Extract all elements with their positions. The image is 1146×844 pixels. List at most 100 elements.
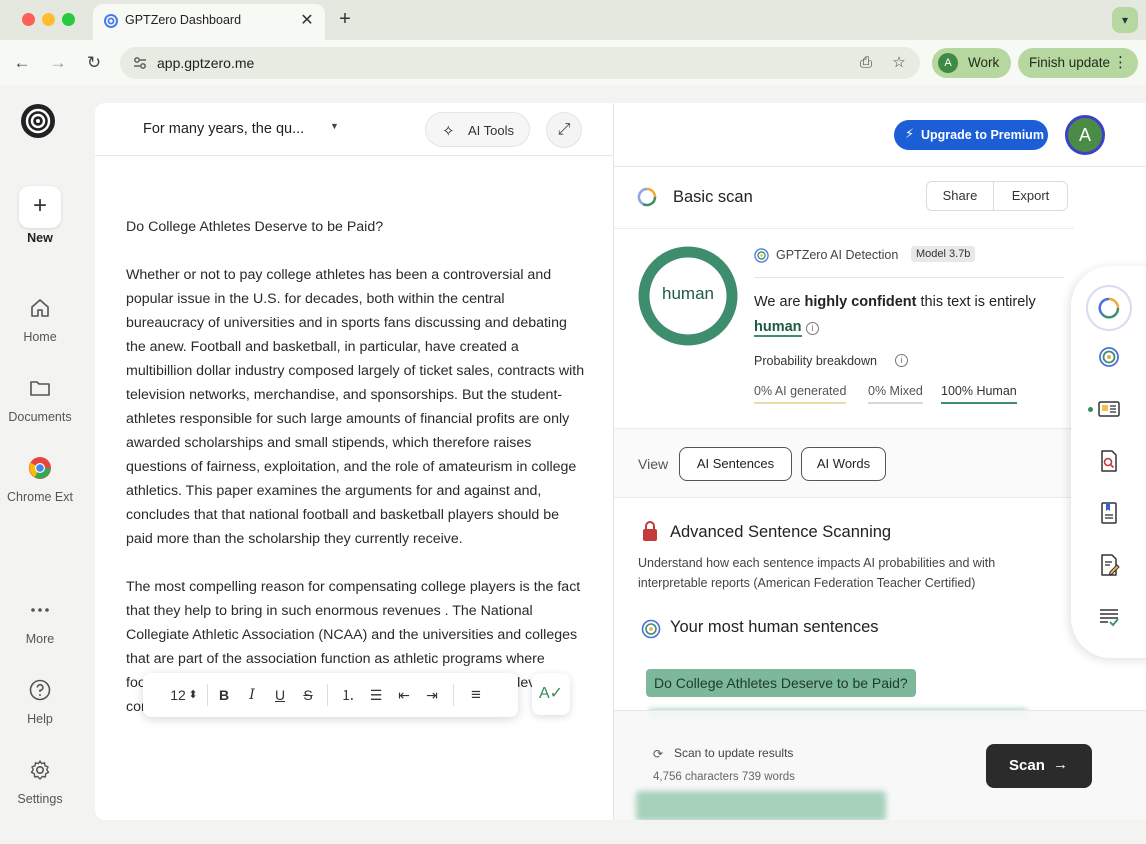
sparkle-icon: ✧ (442, 123, 455, 140)
folder-icon[interactable] (28, 376, 52, 400)
view-selector: View AI Sentences AI Words (614, 428, 1119, 498)
minimize-window-button[interactable] (42, 13, 55, 26)
user-avatar[interactable]: A (1065, 115, 1105, 155)
chevron-down-icon[interactable]: ▼ (330, 121, 339, 131)
export-button[interactable]: Export (994, 181, 1068, 211)
ai-tools-button[interactable]: ✧ AI Tools (425, 112, 530, 147)
home-icon[interactable] (28, 296, 52, 320)
ordered-list-icon[interactable]: ⒈ (338, 685, 358, 705)
address-bar[interactable]: app.gptzero.me ⎙ ☆ (120, 47, 920, 79)
ai-sentences-button[interactable]: AI Sentences (679, 447, 792, 481)
sidebar-item-documents[interactable]: Documents (0, 410, 80, 424)
install-app-icon[interactable]: ⎙ (856, 53, 876, 73)
outdent-icon[interactable]: ⇤ (394, 685, 414, 705)
lightning-icon: ⚡ (905, 126, 915, 141)
toolbar-divider (207, 684, 208, 706)
sidebar-item-home[interactable]: Home (0, 330, 80, 344)
checklist-dock-icon[interactable] (1097, 605, 1121, 629)
tab-close-icon[interactable]: ✕ (297, 11, 317, 31)
font-size-value[interactable]: 12 (169, 685, 187, 705)
report-card-dock-icon[interactable] (1097, 397, 1121, 421)
human-sentence-chip[interactable]: Do College Athletes Deserve to be Paid? (646, 669, 916, 697)
maximize-window-button[interactable] (62, 13, 75, 26)
profile-avatar: A (938, 53, 958, 73)
indent-icon[interactable]: ⇥ (422, 685, 442, 705)
document-editor: For many years, the qu... ▼ ✧ AI Tools ⤢… (95, 103, 613, 820)
chrome-icon[interactable] (28, 456, 52, 480)
confidence-suffix: this text is entirely (916, 294, 1036, 310)
site-settings-icon[interactable] (132, 55, 148, 71)
browser-titlebar: GPTZero Dashboard ✕ + ▾ (0, 0, 1146, 40)
toolbar-divider (453, 684, 454, 706)
detector-dock-icon[interactable] (1097, 345, 1121, 369)
results-topbar: ⚡ Upgrade to Premium A (614, 103, 1146, 167)
tab-search-button[interactable]: ▾ (1112, 7, 1138, 33)
info-icon[interactable]: i (806, 322, 819, 335)
align-left-icon[interactable]: ≡ (466, 685, 486, 705)
font-size-stepper-icon[interactable]: ⬍ (187, 685, 199, 705)
formatting-toolbar: 12 ⬍ B I U S ⒈ ☰ ⇤ ⇥ ≡ (143, 673, 518, 717)
scan-dock-icon[interactable] (1097, 296, 1121, 320)
bookmark-star-icon[interactable]: ☆ (889, 53, 909, 73)
scan-header: Basic scan Share Export (614, 167, 1074, 229)
tools-dock (1071, 266, 1146, 658)
document-paragraph[interactable]: Whether or not to pay college athletes h… (126, 263, 586, 551)
bullet-list-icon[interactable]: ☰ (366, 685, 386, 705)
lock-icon (643, 521, 657, 541)
new-label[interactable]: New (0, 231, 80, 245)
share-button[interactable]: Share (926, 181, 994, 211)
scan-status-icon (637, 187, 657, 207)
url-text[interactable]: app.gptzero.me (157, 55, 254, 71)
sidebar-item-more[interactable]: More (0, 632, 80, 646)
profile-button[interactable]: A Work (932, 48, 1011, 78)
strikethrough-button[interactable]: S (298, 685, 318, 705)
browser-tab-active[interactable]: GPTZero Dashboard ✕ (93, 4, 325, 40)
advanced-scanning-title: Advanced Sentence Scanning (670, 523, 892, 541)
reload-button[interactable]: ↻ (82, 51, 106, 75)
toolbar-divider (327, 684, 328, 706)
scan-label: Scan (1009, 757, 1045, 774)
confidence-statement: We are highly confident this text is ent… (754, 294, 1036, 310)
ai-generated-percentage: 0% AI generated (754, 384, 847, 404)
forward-button[interactable]: → (46, 51, 70, 75)
plagiarism-search-dock-icon[interactable] (1097, 449, 1121, 473)
help-icon[interactable] (28, 678, 52, 702)
human-percentage: 100% Human (941, 384, 1017, 404)
advanced-scanning-description: Understand how each sentence impacts AI … (638, 556, 996, 590)
confidence-result-link[interactable]: human (754, 319, 802, 337)
new-document-button[interactable]: + (19, 186, 61, 228)
edit-doc-dock-icon[interactable] (1097, 553, 1121, 577)
info-icon[interactable]: i (895, 354, 908, 367)
upgrade-label: Upgrade to Premium (921, 128, 1044, 142)
document-paragraph[interactable]: Do College Athletes Deserve to be Paid? (126, 215, 586, 239)
profile-label: Work (968, 55, 1000, 70)
confidence-prefix: We are (754, 294, 805, 310)
bookmark-doc-dock-icon[interactable] (1097, 501, 1121, 525)
bold-button[interactable]: B (214, 685, 234, 705)
most-human-sentences-title: Your most human sentences (670, 618, 879, 636)
document-text-area[interactable]: Do College Athletes Deserve to be Paid? … (126, 215, 586, 743)
sidebar-item-settings[interactable]: Settings (0, 792, 80, 806)
ai-tools-label: AI Tools (468, 123, 515, 138)
more-icon[interactable] (28, 598, 52, 622)
scan-button[interactable]: Scan → (986, 744, 1092, 788)
gptzero-logo-icon[interactable] (20, 103, 56, 139)
spellcheck-icon[interactable]: A✓ (532, 673, 570, 715)
italic-button[interactable]: I (242, 685, 262, 705)
close-window-button[interactable] (22, 13, 35, 26)
sidebar-item-help[interactable]: Help (0, 712, 80, 726)
new-tab-button[interactable]: + (334, 8, 356, 30)
underline-button[interactable]: U (270, 685, 290, 705)
divider (754, 277, 1064, 278)
gptzero-detection-icon (754, 248, 769, 263)
browser-menu-icon[interactable]: ⋮ (1113, 53, 1128, 71)
back-button[interactable]: ← (10, 51, 34, 75)
finish-update-button[interactable]: Finish update ⋮ (1018, 48, 1138, 78)
gear-icon[interactable] (28, 758, 52, 782)
expand-icon[interactable]: ⤢ (546, 112, 582, 148)
ai-words-button[interactable]: AI Words (801, 447, 886, 481)
arrow-right-icon: → (1053, 756, 1068, 773)
document-title-dropdown[interactable]: For many years, the qu... (143, 121, 304, 137)
sidebar-item-chrome-ext[interactable]: Chrome Ext (0, 490, 80, 504)
upgrade-premium-button[interactable]: ⚡ Upgrade to Premium (894, 120, 1048, 150)
